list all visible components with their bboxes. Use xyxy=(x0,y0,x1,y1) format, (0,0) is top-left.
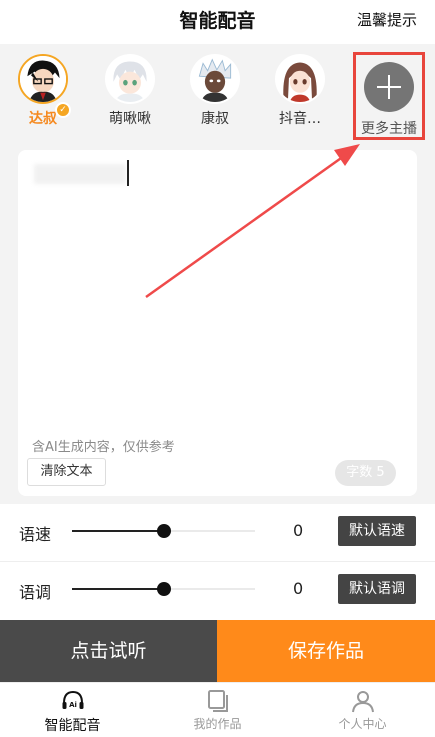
word-count-badge: 字数 5 xyxy=(335,460,396,486)
more-anchors-button[interactable]: 更多主播 xyxy=(353,52,425,140)
dashu-avatar-icon xyxy=(20,56,66,102)
speed-label: 语速 xyxy=(19,525,52,544)
voice-settings: 语速 0 默认语速 语调 0 默认语调 xyxy=(0,504,435,620)
tips-link[interactable]: 温馨提示 xyxy=(357,9,417,30)
ai-disclaimer: 含AI生成内容，仅供参考 xyxy=(32,440,175,455)
text-cursor xyxy=(127,160,129,186)
more-anchors-label: 更多主播 xyxy=(361,121,417,137)
tab-smart-dubbing[interactable]: Ai 智能配音 xyxy=(0,683,145,737)
avatar xyxy=(275,54,325,104)
pitch-slider-fill xyxy=(72,588,164,590)
pitch-slider-handle[interactable] xyxy=(156,582,171,596)
pitch-slider[interactable] xyxy=(72,582,255,596)
selected-check-icon: ✓ xyxy=(55,102,71,118)
kangshu-avatar-icon xyxy=(192,56,238,102)
tab-label: 智能配音 xyxy=(44,718,101,734)
speed-value: 0 xyxy=(293,521,304,540)
avatar xyxy=(18,54,68,104)
tab-label: 我的作品 xyxy=(193,717,242,731)
person-icon xyxy=(351,691,374,713)
anchor-item-kangshu[interactable]: 康叔 xyxy=(179,54,251,128)
avatar xyxy=(105,54,155,104)
anchor-item-mengjiujiu[interactable]: 萌啾啾 xyxy=(94,54,166,128)
anchor-item-douyin[interactable]: 抖音… xyxy=(264,54,336,128)
bottom-tab-bar: Ai 智能配音 我的作品 个人中心 xyxy=(0,682,435,737)
tab-label: 个人中心 xyxy=(338,717,387,731)
avatar xyxy=(190,54,240,104)
preview-listen-button[interactable]: 点击试听 xyxy=(0,620,217,682)
works-icon xyxy=(207,690,228,712)
speed-row: 语速 0 默认语速 xyxy=(0,504,435,560)
mengjiujiu-avatar-icon xyxy=(107,56,153,102)
anchor-label: 康叔 xyxy=(201,111,229,127)
speed-slider-handle[interactable] xyxy=(156,524,171,538)
svg-text:Ai: Ai xyxy=(69,701,77,709)
top-header: 智能配音 温馨提示 xyxy=(0,0,435,44)
text-editor[interactable]: 含AI生成内容，仅供参考 清除文本 字数 5 xyxy=(18,150,417,496)
speed-slider[interactable] xyxy=(72,524,255,538)
ai-headphones-icon: Ai xyxy=(62,690,83,709)
pitch-row: 语调 0 默认语调 xyxy=(0,561,435,617)
anchor-item-dashu[interactable]: ✓ 达叔 xyxy=(7,54,79,128)
tab-my-works[interactable]: 我的作品 xyxy=(145,683,290,737)
clear-text-button[interactable]: 清除文本 xyxy=(27,458,106,486)
anchor-selector: ✓ 达叔 萌啾啾 康叔 抖音… 更多主播 xyxy=(0,44,435,140)
douyin-avatar-icon xyxy=(277,56,323,102)
pitch-label: 语调 xyxy=(19,583,52,602)
tab-personal-center[interactable]: 个人中心 xyxy=(290,683,435,737)
anchor-label: 萌啾啾 xyxy=(109,111,151,127)
plus-icon xyxy=(364,62,414,112)
save-work-button[interactable]: 保存作品 xyxy=(217,620,435,682)
action-bar: 点击试听 保存作品 xyxy=(0,620,435,682)
default-pitch-button[interactable]: 默认语调 xyxy=(338,574,416,604)
anchor-label: 抖音… xyxy=(279,111,321,127)
blurred-text xyxy=(34,164,126,184)
pitch-value: 0 xyxy=(293,579,304,598)
default-speed-button[interactable]: 默认语速 xyxy=(338,516,416,546)
speed-slider-fill xyxy=(72,530,164,532)
